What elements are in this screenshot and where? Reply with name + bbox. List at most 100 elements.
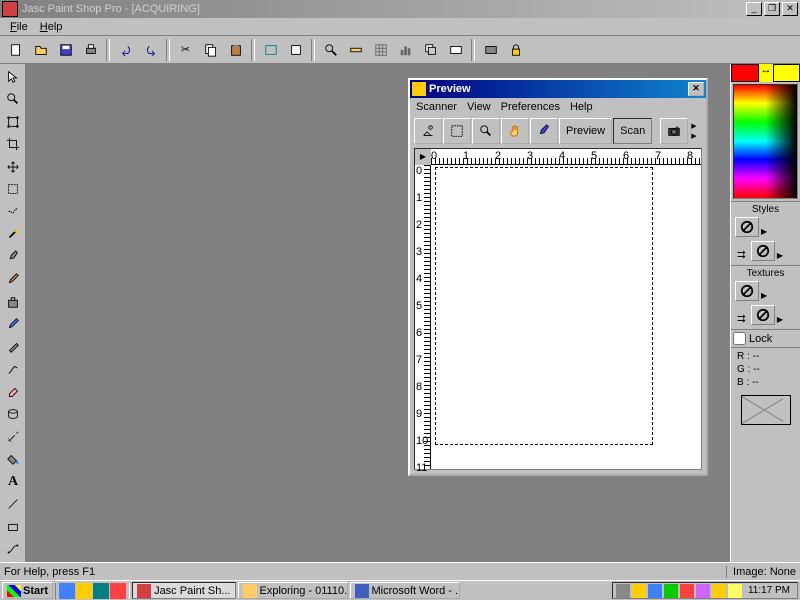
preview-menu-scanner[interactable]: Scanner	[416, 101, 457, 113]
retouch-tool[interactable]	[2, 336, 24, 358]
style-bg[interactable]	[751, 241, 775, 261]
twain-button[interactable]	[479, 39, 502, 61]
preview-titlebar[interactable]: Preview ✕	[410, 80, 706, 98]
vector-tool[interactable]	[2, 539, 24, 561]
preview-nav-up[interactable]: ▶	[691, 122, 696, 130]
textures-label: Textures	[733, 268, 798, 279]
lock-button[interactable]	[504, 39, 527, 61]
texture-fg[interactable]	[735, 281, 759, 301]
tray-icon-2[interactable]	[632, 584, 646, 598]
ruler-button[interactable]	[344, 39, 367, 61]
dropper-tool[interactable]	[2, 246, 24, 268]
preview-camera-button[interactable]	[660, 118, 688, 144]
restore-button[interactable]: ❐	[764, 2, 780, 16]
lock-label: Lock	[749, 333, 772, 345]
normal-view-button[interactable]	[284, 39, 307, 61]
lock-checkbox[interactable]	[733, 332, 746, 345]
histogram-button[interactable]	[394, 39, 417, 61]
redo-button[interactable]	[139, 39, 162, 61]
flood-fill-tool[interactable]	[2, 449, 24, 471]
mover-tool[interactable]	[2, 156, 24, 178]
shapes-tool[interactable]	[2, 516, 24, 538]
preview-menu-view[interactable]: View	[467, 101, 491, 113]
preview-scan-button[interactable]: Scan	[613, 118, 652, 144]
color-replacer-tool[interactable]	[2, 314, 24, 336]
background-color[interactable]	[773, 64, 800, 82]
zoom-button[interactable]	[319, 39, 342, 61]
crop-tool[interactable]	[2, 134, 24, 156]
text-tool[interactable]: A	[2, 471, 24, 493]
windows-logo-icon	[7, 585, 21, 597]
draw-tool[interactable]	[2, 494, 24, 516]
preview-menu-help[interactable]: Help	[570, 101, 593, 113]
layers-button[interactable]	[419, 39, 442, 61]
preview-preview-button[interactable]: Preview	[559, 118, 612, 144]
texture-bg[interactable]	[751, 305, 775, 325]
task-exploring[interactable]: Exploring - 01110...	[238, 582, 348, 599]
tray-icon-4[interactable]	[664, 584, 678, 598]
tray-icon-1[interactable]	[616, 584, 630, 598]
zoom-tool[interactable]	[2, 89, 24, 111]
foreground-color[interactable]	[731, 64, 759, 82]
status-image: Image: None	[726, 566, 796, 578]
ql-desktop-icon[interactable]	[93, 583, 109, 599]
paintbrush-tool[interactable]	[2, 269, 24, 291]
arrow-tool[interactable]	[2, 66, 24, 88]
ql-channels-icon[interactable]	[110, 583, 126, 599]
scratch-tool[interactable]	[2, 359, 24, 381]
null-swatch[interactable]	[741, 395, 791, 425]
swap-colors-icon[interactable]: ↔	[759, 64, 773, 82]
eraser-tool[interactable]	[2, 381, 24, 403]
tray-volume-icon[interactable]	[728, 584, 742, 598]
picture-tube-tool[interactable]	[2, 404, 24, 426]
start-button[interactable]: Start	[2, 582, 53, 599]
ql-ie-icon[interactable]	[59, 583, 75, 599]
clone-tool[interactable]	[2, 291, 24, 313]
deform-tool[interactable]	[2, 111, 24, 133]
freehand-tool[interactable]	[2, 201, 24, 223]
clock[interactable]: 11:17 PM	[744, 585, 794, 596]
undo-button[interactable]	[114, 39, 137, 61]
print-button[interactable]	[79, 39, 102, 61]
menu-file[interactable]: File	[4, 19, 34, 35]
grid-button[interactable]	[369, 39, 392, 61]
paste-button[interactable]	[224, 39, 247, 61]
preview-dropper-button[interactable]	[530, 118, 558, 144]
menu-help[interactable]: Help	[34, 19, 69, 35]
magic-wand-tool[interactable]	[2, 224, 24, 246]
close-button[interactable]: ✕	[782, 2, 798, 16]
new-button[interactable]	[4, 39, 27, 61]
preview-zoom-button[interactable]	[472, 118, 500, 144]
task-word[interactable]: Microsoft Word - ...	[350, 582, 460, 599]
tray-icon-7[interactable]	[712, 584, 726, 598]
tray-icon-3[interactable]	[648, 584, 662, 598]
rgb-r: R : --	[733, 350, 798, 363]
preview-hand-button[interactable]	[501, 118, 529, 144]
copy-button[interactable]	[199, 39, 222, 61]
cut-button[interactable]: ✂	[174, 39, 197, 61]
app-title: Jasc Paint Shop Pro - [ACQUIRING]	[22, 3, 744, 15]
preview-icon	[412, 82, 426, 96]
color-picker[interactable]	[733, 84, 798, 199]
status-help: For Help, press F1	[4, 566, 95, 578]
app-icon	[2, 1, 18, 17]
selection-tool[interactable]	[2, 179, 24, 201]
tray-icon-6[interactable]	[696, 584, 710, 598]
preview-select-button[interactable]	[443, 118, 471, 144]
ruler-corner[interactable]: ▶	[415, 149, 431, 165]
open-button[interactable]	[29, 39, 52, 61]
preview-config-button[interactable]	[414, 118, 442, 144]
preview-menu-preferences[interactable]: Preferences	[501, 101, 560, 113]
airbrush-tool[interactable]	[2, 426, 24, 448]
save-button[interactable]	[54, 39, 77, 61]
preview-nav-down[interactable]: ▶	[691, 132, 696, 140]
preview-close-button[interactable]: ✕	[688, 82, 704, 96]
info-button[interactable]	[444, 39, 467, 61]
task-paintshop[interactable]: Jasc Paint Sh...	[132, 582, 235, 599]
ql-outlook-icon[interactable]	[76, 583, 92, 599]
fullscreen-button[interactable]	[259, 39, 282, 61]
style-fg[interactable]	[735, 217, 759, 237]
tray-icon-5[interactable]	[680, 584, 694, 598]
minimize-button[interactable]: _	[746, 2, 762, 16]
scan-marquee[interactable]	[435, 167, 653, 445]
